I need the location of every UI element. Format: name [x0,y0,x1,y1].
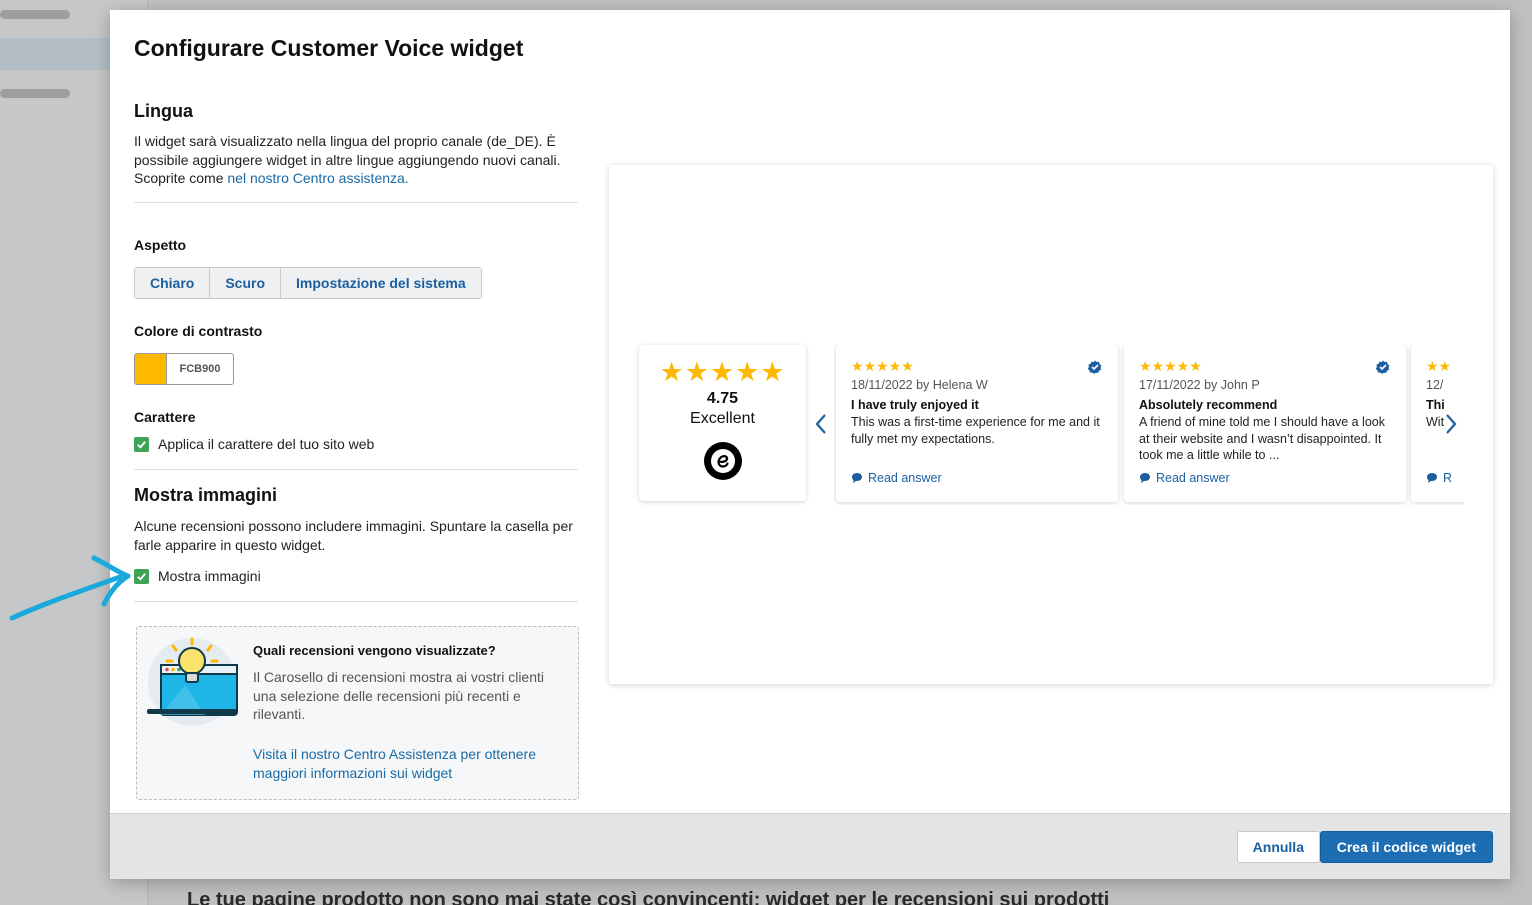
lightbulb-illustration-icon [147,637,238,726]
review-meta: 18/11/2022 by Helena W [851,378,988,392]
language-description: Il widget sarà visualizzato nella lingua… [134,133,561,186]
appearance-system-button[interactable]: Impostazione del sistema [281,268,481,298]
summary-label: Excellent [690,410,755,427]
rating-summary: ★★★★★ 4.75 Excellent [639,345,806,501]
color-swatch[interactable] [135,354,167,384]
review-carousel: ★★★★★ 18/11/2022 by Helena W I have trul… [834,345,1464,505]
divider [134,601,578,602]
annotation-arrow-icon [9,555,131,621]
appearance-dark-button[interactable]: Scuro [210,268,282,298]
show-images-description: Alcune recensioni possono includere imma… [134,518,573,553]
appearance-light-button[interactable]: Chiaro [135,268,211,298]
apply-font-label: Applica il carattere del tuo sito web [158,436,375,452]
divider [134,469,578,470]
modal-footer: Annulla Crea il codice widget [110,813,1510,879]
widget-preview: ★★★★★ 4.75 Excellent ★★★★★ 18/11/2022 by… [609,165,1493,684]
color-hex-value[interactable]: FCB900 [167,354,233,384]
divider [134,202,578,203]
carousel-prev-arrow-icon[interactable] [814,413,828,435]
review-title: I have truly enjoyed it [851,398,979,412]
review-meta: 12/ [1426,378,1444,392]
contrast-color-picker[interactable]: FCB900 [134,353,234,385]
contrast-color-heading: Colore di contrasto [134,323,263,339]
speech-bubble-icon [852,473,862,483]
review-card: ★★★★★ 17/11/2022 by John P Absolutely re… [1124,345,1406,502]
sidebar-placeholder-bar [0,89,70,98]
review-title: Thi [1426,398,1445,412]
speech-bubble-icon [1140,473,1150,483]
logo-e-icon [710,449,735,473]
checkmark-icon [137,440,146,449]
info-text: Il Carosello di recensioni mostra ai vos… [253,669,544,722]
read-answer-link[interactable]: Read answer [851,471,942,485]
review-meta: 17/11/2022 by John P [1139,378,1260,392]
verified-badge-icon [1376,360,1390,374]
appearance-toggle: Chiaro Scuro Impostazione del sistema [134,267,482,299]
configure-widget-modal: Configurare Customer Voice widget Lingua… [110,10,1510,879]
background-page-heading: Le tue pagine prodotto non sono mai stat… [187,889,1110,905]
summary-stars: ★★★★★ [659,357,786,387]
read-answer-link[interactable]: R [1426,471,1452,485]
read-answer-link[interactable]: Read answer [1139,471,1230,485]
review-stars: ★★★★★ [851,358,914,374]
appearance-heading: Aspetto [134,237,187,253]
review-body: A friend of mine told me I should have a… [1139,415,1385,462]
help-center-link[interactable]: nel nostro Centro assistenza. [227,170,408,186]
create-widget-code-button[interactable]: Crea il codice widget [1319,831,1493,863]
info-box: Quali recensioni vengono visualizzate? I… [136,626,579,800]
review-body: This was a first-time experience for me … [851,415,1100,446]
show-images-heading: Mostra immagini [134,485,278,505]
carousel-next-arrow-icon[interactable] [1444,413,1458,435]
review-stars: ★★ [1426,358,1452,374]
font-heading: Carattere [134,409,196,425]
show-images-option[interactable]: Mostra immagini [134,568,261,584]
sidebar-placeholder-bar [0,10,70,19]
review-title: Absolutely recommend [1139,398,1278,412]
summary-score: 4.75 [706,390,739,407]
trusted-shops-logo-icon [703,442,742,480]
verified-badge-icon [1088,360,1102,374]
show-images-label: Mostra immagini [158,568,261,584]
apply-font-checkbox[interactable] [134,436,149,452]
apply-font-option[interactable]: Applica il carattere del tuo sito web [134,436,374,452]
review-card: ★★★★★ 18/11/2022 by Helena W I have trul… [836,345,1118,502]
review-stars: ★★★★★ [1139,358,1202,374]
info-title: Quali recensioni vengono visualizzate? [253,643,496,658]
language-heading: Lingua [134,101,193,121]
cancel-button[interactable]: Annulla [1236,831,1320,863]
modal-title: Configurare Customer Voice widget [134,35,524,61]
help-center-widgets-link[interactable]: Visita il nostro Centro Assistenza per o… [253,745,563,782]
speech-bubble-icon [1427,473,1437,483]
